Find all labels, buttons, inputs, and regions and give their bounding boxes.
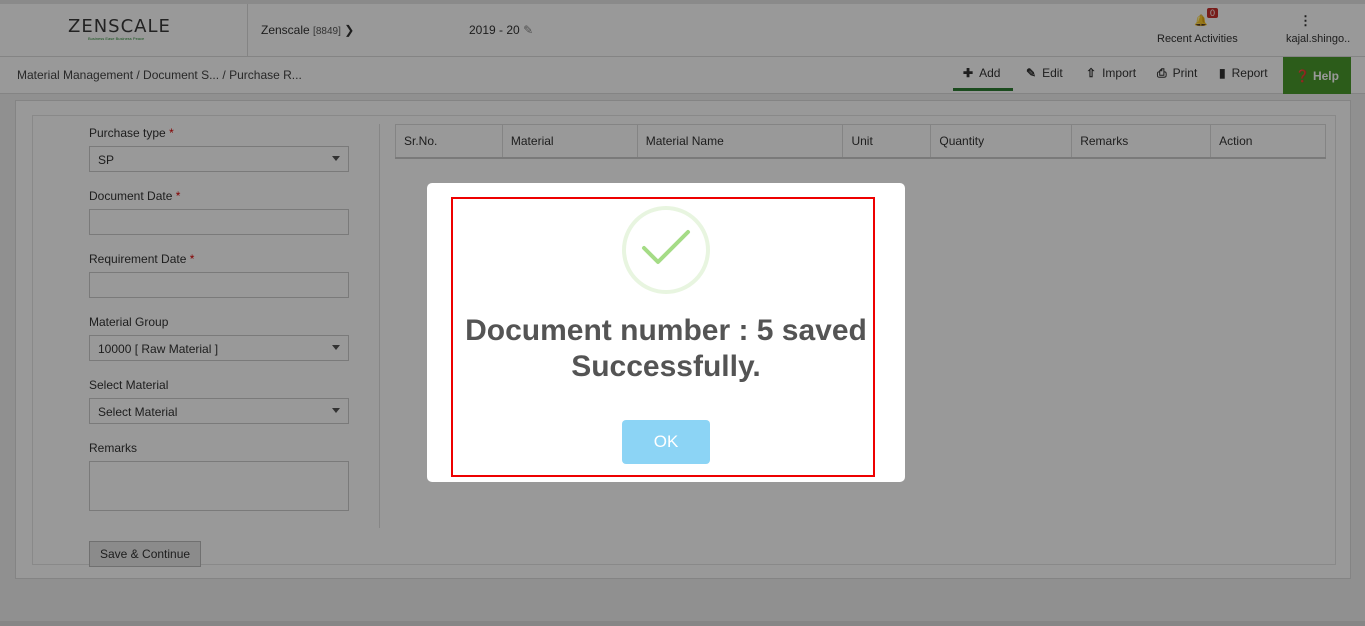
checkmark-icon	[642, 230, 690, 264]
success-message-line2: Successfully.	[571, 350, 761, 383]
success-dialog: Document number : 5 saved Successfully. …	[427, 183, 905, 482]
modal-overlay[interactable]: Document number : 5 saved Successfully. …	[0, 0, 1365, 626]
ok-button[interactable]: OK	[622, 420, 710, 464]
success-check-icon	[622, 206, 710, 294]
success-message-line1: Document number : 5 saved	[465, 314, 867, 347]
success-message: Document number : 5 saved Successfully.	[427, 313, 905, 385]
